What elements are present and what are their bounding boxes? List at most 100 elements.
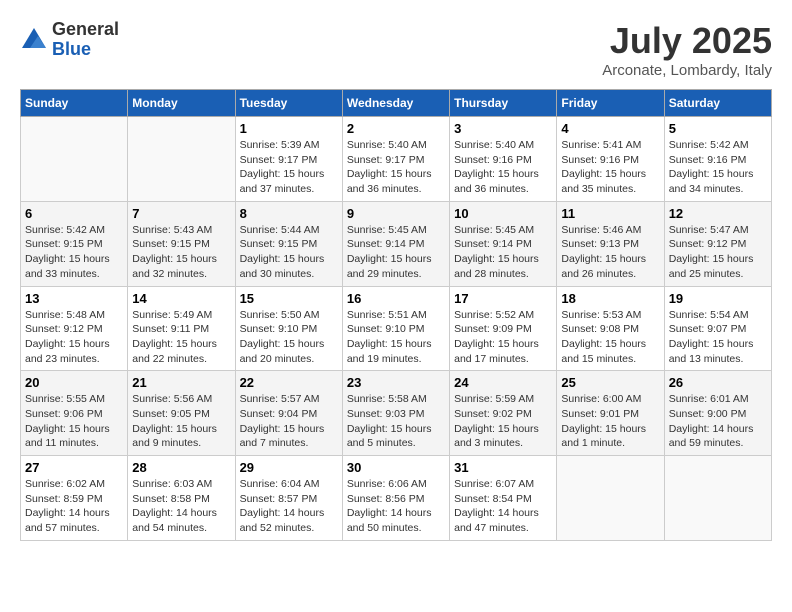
weekday-header: Sunday [21, 90, 128, 117]
day-detail: Sunrise: 5:45 AMSunset: 9:14 PMDaylight:… [454, 223, 552, 282]
calendar-cell [557, 456, 664, 541]
day-number: 15 [240, 291, 338, 306]
calendar-cell: 25 Sunrise: 6:00 AMSunset: 9:01 PMDayligh… [557, 371, 664, 456]
day-number: 6 [25, 206, 123, 221]
day-detail: Sunrise: 5:51 AMSunset: 9:10 PMDaylight:… [347, 308, 445, 367]
day-number: 13 [25, 291, 123, 306]
calendar-cell: 11 Sunrise: 5:46 AMSunset: 9:13 PMDayligh… [557, 201, 664, 286]
calendar-cell: 8 Sunrise: 5:44 AMSunset: 9:15 PMDaylight… [235, 201, 342, 286]
calendar-cell: 23 Sunrise: 5:58 AMSunset: 9:03 PMDayligh… [342, 371, 449, 456]
calendar-cell: 15 Sunrise: 5:50 AMSunset: 9:10 PMDayligh… [235, 286, 342, 371]
location-text: Arconate, Lombardy, Italy [602, 62, 772, 79]
day-number: 5 [669, 121, 767, 136]
day-detail: Sunrise: 5:44 AMSunset: 9:15 PMDaylight:… [240, 223, 338, 282]
calendar-cell: 27Sunrise: 6:02 AMSunset: 8:59 PMDayligh… [21, 456, 128, 541]
day-number: 23 [347, 375, 445, 390]
day-number: 7 [132, 206, 230, 221]
day-detail: Sunrise: 5:48 AMSunset: 9:12 PMDaylight:… [25, 308, 123, 367]
day-number: 4 [561, 121, 659, 136]
day-number: 28 [132, 460, 230, 475]
day-detail: Sunrise: 5:40 AMSunset: 9:16 PMDaylight:… [454, 138, 552, 197]
calendar-cell: 7 Sunrise: 5:43 AMSunset: 9:15 PMDaylight… [128, 201, 235, 286]
day-detail: Sunrise: 5:43 AMSunset: 9:15 PMDaylight:… [132, 223, 230, 282]
calendar-cell: 1 Sunrise: 5:39 AMSunset: 9:17 PMDaylight… [235, 117, 342, 202]
calendar-cell: 17 Sunrise: 5:52 AMSunset: 9:09 PMDayligh… [450, 286, 557, 371]
day-number: 12 [669, 206, 767, 221]
day-detail: Sunrise: 5:54 AMSunset: 9:07 PMDaylight:… [669, 308, 767, 367]
day-detail: Sunrise: 5:42 AMSunset: 9:15 PMDaylight:… [25, 223, 123, 282]
day-detail: Sunrise: 5:55 AMSunset: 9:06 PMDaylight:… [25, 392, 123, 451]
calendar-cell: 20 Sunrise: 5:55 AMSunset: 9:06 PMDayligh… [21, 371, 128, 456]
day-detail: Sunrise: 5:40 AMSunset: 9:17 PMDaylight:… [347, 138, 445, 197]
calendar-cell: 6 Sunrise: 5:42 AMSunset: 9:15 PMDaylight… [21, 201, 128, 286]
day-detail: Sunrise: 6:01 AMSunset: 9:00 PMDaylight:… [669, 392, 767, 451]
day-number: 9 [347, 206, 445, 221]
calendar-cell: 10 Sunrise: 5:45 AMSunset: 9:14 PMDayligh… [450, 201, 557, 286]
calendar-cell [664, 456, 771, 541]
calendar-cell: 24 Sunrise: 5:59 AMSunset: 9:02 PMDayligh… [450, 371, 557, 456]
calendar-cell: 18Sunrise: 5:53 AMSunset: 9:08 PMDayligh… [557, 286, 664, 371]
day-detail: Sunrise: 6:04 AMSunset: 8:57 PMDaylight:… [240, 477, 338, 536]
title-block: July 2025 Arconate, Lombardy, Italy [602, 20, 772, 79]
page-header: General Blue July 2025 Arconate, Lombard… [20, 20, 772, 79]
calendar-cell: 31Sunrise: 6:07 AMSunset: 8:54 PMDayligh… [450, 456, 557, 541]
logo-blue-text: Blue [52, 40, 119, 60]
day-number: 30 [347, 460, 445, 475]
calendar-week-row: 6 Sunrise: 5:42 AMSunset: 9:15 PMDaylight… [21, 201, 772, 286]
day-number: 8 [240, 206, 338, 221]
calendar-week-row: 27Sunrise: 6:02 AMSunset: 8:59 PMDayligh… [21, 456, 772, 541]
day-detail: Sunrise: 5:59 AMSunset: 9:02 PMDaylight:… [454, 392, 552, 451]
weekday-header: Monday [128, 90, 235, 117]
calendar-cell: 4Sunrise: 5:41 AMSunset: 9:16 PMDaylight… [557, 117, 664, 202]
day-number: 29 [240, 460, 338, 475]
calendar-cell: 16Sunrise: 5:51 AMSunset: 9:10 PMDayligh… [342, 286, 449, 371]
calendar-cell: 12Sunrise: 5:47 AMSunset: 9:12 PMDayligh… [664, 201, 771, 286]
calendar-cell: 21Sunrise: 5:56 AMSunset: 9:05 PMDayligh… [128, 371, 235, 456]
day-number: 22 [240, 375, 338, 390]
day-number: 20 [25, 375, 123, 390]
calendar-cell: 19Sunrise: 5:54 AMSunset: 9:07 PMDayligh… [664, 286, 771, 371]
day-detail: Sunrise: 5:39 AMSunset: 9:17 PMDaylight:… [240, 138, 338, 197]
day-detail: Sunrise: 5:45 AMSunset: 9:14 PMDaylight:… [347, 223, 445, 282]
calendar-cell [128, 117, 235, 202]
day-number: 24 [454, 375, 552, 390]
day-detail: Sunrise: 5:53 AMSunset: 9:08 PMDaylight:… [561, 308, 659, 367]
day-number: 25 [561, 375, 659, 390]
calendar-week-row: 20 Sunrise: 5:55 AMSunset: 9:06 PMDayligh… [21, 371, 772, 456]
calendar-week-row: 13 Sunrise: 5:48 AMSunset: 9:12 PMDayligh… [21, 286, 772, 371]
day-detail: Sunrise: 5:46 AMSunset: 9:13 PMDaylight:… [561, 223, 659, 282]
day-number: 11 [561, 206, 659, 221]
logo: General Blue [20, 20, 119, 60]
calendar-cell: 14 Sunrise: 5:49 AMSunset: 9:11 PMDayligh… [128, 286, 235, 371]
day-number: 1 [240, 121, 338, 136]
calendar-cell: 13 Sunrise: 5:48 AMSunset: 9:12 PMDayligh… [21, 286, 128, 371]
day-number: 17 [454, 291, 552, 306]
day-detail: Sunrise: 6:00 AMSunset: 9:01 PMDaylight:… [561, 392, 659, 451]
calendar-cell: 28Sunrise: 6:03 AMSunset: 8:58 PMDayligh… [128, 456, 235, 541]
weekday-header: Saturday [664, 90, 771, 117]
day-detail: Sunrise: 5:52 AMSunset: 9:09 PMDaylight:… [454, 308, 552, 367]
calendar-cell: 29 Sunrise: 6:04 AMSunset: 8:57 PMDayligh… [235, 456, 342, 541]
calendar-cell: 5 Sunrise: 5:42 AMSunset: 9:16 PMDaylight… [664, 117, 771, 202]
calendar-cell: 2 Sunrise: 5:40 AMSunset: 9:17 PMDaylight… [342, 117, 449, 202]
calendar-cell: 26 Sunrise: 6:01 AMSunset: 9:00 PMDayligh… [664, 371, 771, 456]
weekday-header: Thursday [450, 90, 557, 117]
day-detail: Sunrise: 6:06 AMSunset: 8:56 PMDaylight:… [347, 477, 445, 536]
logo-text: General Blue [52, 20, 119, 60]
logo-icon [20, 26, 48, 54]
day-number: 10 [454, 206, 552, 221]
day-number: 2 [347, 121, 445, 136]
day-detail: Sunrise: 5:49 AMSunset: 9:11 PMDaylight:… [132, 308, 230, 367]
calendar-cell: 9 Sunrise: 5:45 AMSunset: 9:14 PMDaylight… [342, 201, 449, 286]
day-detail: Sunrise: 5:42 AMSunset: 9:16 PMDaylight:… [669, 138, 767, 197]
day-number: 14 [132, 291, 230, 306]
day-detail: Sunrise: 6:02 AMSunset: 8:59 PMDaylight:… [25, 477, 123, 536]
day-detail: Sunrise: 5:50 AMSunset: 9:10 PMDaylight:… [240, 308, 338, 367]
day-detail: Sunrise: 5:58 AMSunset: 9:03 PMDaylight:… [347, 392, 445, 451]
day-number: 26 [669, 375, 767, 390]
day-detail: Sunrise: 6:07 AMSunset: 8:54 PMDaylight:… [454, 477, 552, 536]
calendar-table: SundayMondayTuesdayWednesdayThursdayFrid… [20, 89, 772, 541]
calendar-cell: 3Sunrise: 5:40 AMSunset: 9:16 PMDaylight… [450, 117, 557, 202]
calendar-cell [21, 117, 128, 202]
day-detail: Sunrise: 5:57 AMSunset: 9:04 PMDaylight:… [240, 392, 338, 451]
